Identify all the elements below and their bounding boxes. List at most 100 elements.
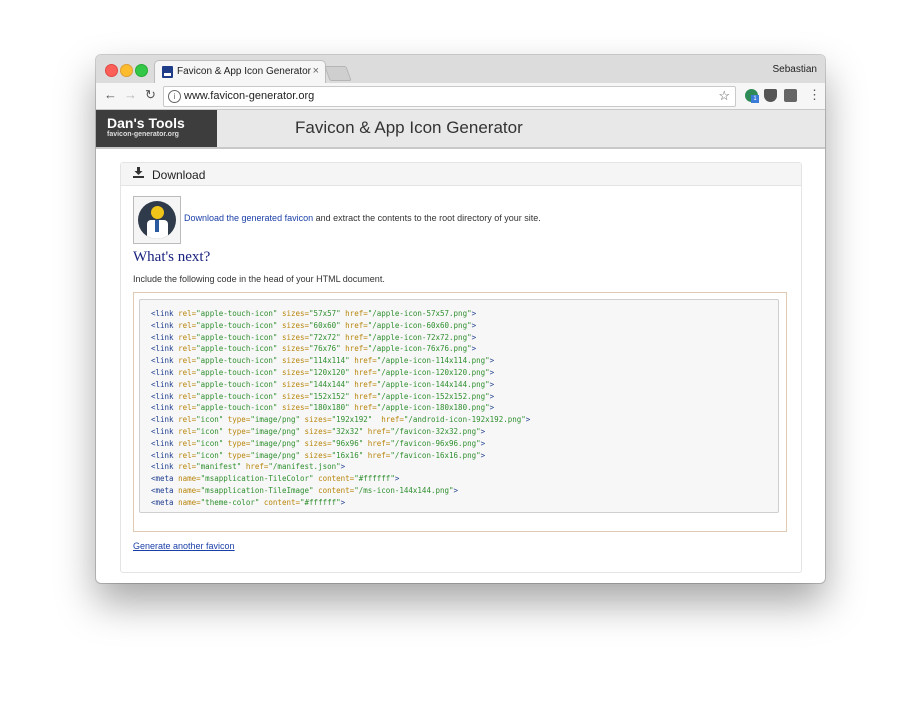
whats-next-heading: What's next? (133, 249, 211, 265)
logo-subtitle: favicon-generator.org (107, 131, 179, 138)
download-panel: Download Download the generated favicon … (120, 162, 802, 573)
code-token: "msapplication-TileImage" (200, 485, 319, 495)
code-line: <link rel="apple-touch-icon" sizes="72x7… (151, 332, 778, 344)
close-window-button[interactable] (105, 64, 118, 77)
code-token: name= (178, 474, 201, 484)
code-token: "icon" (196, 415, 228, 425)
code-token: "/apple-icon-120x120.png" (376, 367, 490, 377)
extension-icon[interactable] (745, 89, 759, 103)
code-token: sizes= (281, 367, 310, 377)
site-title: Favicon & App Icon Generator (295, 118, 523, 137)
code-token: sizes= (304, 426, 332, 436)
back-button[interactable]: ← (104, 88, 117, 102)
code-token: "120x120" (309, 367, 355, 377)
code-token: href= (367, 438, 391, 448)
code-token: <link (151, 367, 179, 377)
code-token: <meta (151, 497, 179, 507)
code-token: href= (367, 426, 391, 436)
zoom-window-button[interactable] (135, 64, 148, 77)
code-line: <link rel="apple-touch-icon" sizes="76x7… (151, 343, 778, 355)
code-token: "apple-touch-icon" (196, 367, 282, 377)
site-header: Dan's Tools favicon-generator.org Favico… (96, 110, 825, 149)
code-token: rel= (178, 391, 197, 401)
forward-button[interactable]: → (124, 88, 137, 102)
code-token: sizes= (281, 309, 310, 318)
pocket-extension-icon[interactable] (764, 89, 777, 102)
site-logo[interactable]: Dan's Tools favicon-generator.org (96, 110, 217, 147)
code-token: "192x192" (331, 415, 382, 425)
code-token: > (480, 438, 486, 448)
code-token: "image/png" (250, 415, 305, 425)
panel-title: Download (152, 168, 206, 182)
code-token: "/favicon-16x16.png" (390, 450, 481, 460)
code-token: "icon" (196, 438, 228, 448)
code-token: href= (245, 462, 269, 472)
code-token: <link (151, 379, 179, 389)
code-line: <link rel="icon" type="image/png" sizes=… (151, 438, 778, 450)
code-token: "manifest" (196, 462, 246, 472)
code-token: sizes= (281, 332, 310, 342)
tab-close-icon[interactable]: × (313, 65, 319, 77)
code-token: "60x60" (309, 320, 346, 330)
code-token: "/apple-icon-152x152.png" (376, 391, 490, 401)
browser-tab[interactable]: Favicon & App Icon Generator × (154, 60, 326, 84)
code-token: "apple-touch-icon" (196, 332, 282, 342)
code-token: type= (227, 450, 251, 460)
code-token: sizes= (281, 320, 310, 330)
code-token: > (480, 450, 486, 460)
star-icon[interactable]: ☆ (718, 88, 730, 104)
code-token: <link (151, 309, 179, 318)
shield-extension-icon[interactable] (784, 89, 797, 102)
code-token: <link (151, 415, 179, 425)
reload-button[interactable]: ↻ (145, 88, 156, 102)
code-token: "16x16" (331, 450, 368, 460)
include-instructions: Include the following code in the head o… (133, 274, 385, 284)
code-token: <link (151, 462, 179, 472)
info-icon[interactable]: i (168, 90, 181, 103)
tab-title: Favicon & App Icon Generator (177, 66, 311, 77)
code-line: <link rel="manifest" href="/manifest.jso… (151, 461, 778, 473)
code-line: <link rel="icon" type="image/png" sizes=… (151, 426, 778, 438)
code-token: type= (227, 426, 251, 436)
new-tab-button[interactable] (324, 66, 352, 81)
code-token: href= (345, 344, 368, 354)
generate-another-link[interactable]: Generate another favicon (133, 541, 235, 551)
code-token: "apple-touch-icon" (196, 344, 282, 354)
code-token: <link (151, 320, 179, 330)
code-token: <meta (151, 474, 179, 484)
url-text[interactable]: www.favicon-generator.org (184, 90, 314, 102)
code-line: <link rel="icon" type="image/png" sizes=… (151, 414, 778, 426)
code-token: "apple-touch-icon" (196, 320, 282, 330)
code-token: rel= (178, 320, 197, 330)
code-token: "apple-touch-icon" (196, 309, 282, 318)
code-token: "/apple-icon-144x144.png" (376, 379, 490, 389)
avatar-icon (133, 196, 181, 244)
code-line: <link rel="apple-touch-icon" sizes="144x… (151, 379, 778, 391)
code-token: "144x144" (309, 379, 355, 389)
code-token: "76x76" (309, 344, 346, 354)
address-bar[interactable]: i www.favicon-generator.org ☆ (163, 86, 736, 107)
code-token: "icon" (196, 426, 228, 436)
code-token: "152x152" (309, 391, 355, 401)
code-line: <link rel="icon" type="image/png" sizes=… (151, 450, 778, 462)
profile-name[interactable]: Sebastian (773, 64, 817, 75)
code-line: <meta name="msapplication-TileColor" con… (151, 473, 778, 485)
code-line: <link rel="apple-touch-icon" sizes="120x… (151, 367, 778, 379)
code-token: "theme-color" (200, 497, 264, 507)
code-token: rel= (178, 367, 197, 377)
code-token: href= (345, 320, 368, 330)
menu-icon[interactable]: ⋮ (808, 88, 821, 102)
code-token: rel= (178, 426, 197, 436)
code-token: <link (151, 332, 179, 342)
code-token: "57x57" (309, 309, 346, 318)
code-token: > (525, 415, 531, 425)
code-token: "/manifest.json" (268, 462, 341, 472)
code-token: sizes= (304, 438, 332, 448)
code-token: > (471, 320, 477, 330)
minimize-window-button[interactable] (120, 64, 133, 77)
code-token: href= (354, 356, 377, 366)
code-token: > (471, 332, 477, 342)
code-token: > (471, 344, 477, 354)
download-favicon-link[interactable]: Download the generated favicon (184, 213, 313, 223)
code-area[interactable]: <link rel="apple-touch-icon" sizes="57x5… (139, 299, 779, 513)
